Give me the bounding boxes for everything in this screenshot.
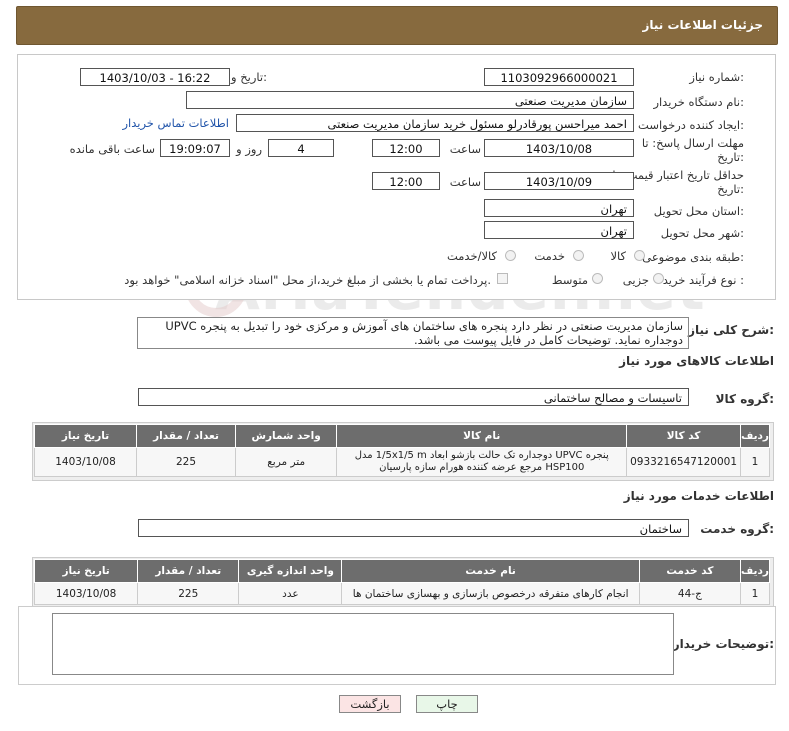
page-title: جزئیات اطلاعات نیاز: [642, 18, 763, 32]
category-radio-goods[interactable]: [634, 250, 645, 261]
validity-time-field: 12:00: [372, 172, 440, 190]
validity-label-date: تاریخ:: [717, 182, 744, 196]
services-cell-name: انجام کارهای متفرقه درخصوص بازسازی و بهس…: [341, 582, 640, 605]
purchase-radio-medium[interactable]: [592, 273, 603, 284]
province-field: تهران: [484, 199, 634, 217]
category-radio-service[interactable]: [573, 250, 584, 261]
goods-cell-row: 1: [740, 447, 770, 477]
services-col-name: نام خدمت: [341, 559, 640, 583]
treasury-checkbox[interactable]: [497, 273, 508, 284]
services-cell-date: 1403/10/08: [33, 582, 139, 605]
services-cell-row: 1: [739, 582, 771, 605]
payment-note: پرداخت تمام یا بخشی از مبلغ خرید،از محل …: [124, 273, 491, 287]
city-field: تهران: [484, 221, 634, 239]
category-option-goods-service: کالا/خدمت: [446, 249, 497, 263]
validity-date-field: 1403/10/09: [484, 172, 634, 190]
services-col-unit: واحد اندازه گیری: [238, 559, 343, 583]
creator-label: ایجاد کننده درخواست:: [638, 118, 744, 132]
city-label: شهر محل تحویل:: [660, 226, 744, 240]
goods-col-unit: واحد شمارش: [235, 424, 338, 448]
goods-group-field: تاسیسات و مصالح ساختمانی: [138, 388, 689, 406]
goods-col-code: کد کالا: [626, 424, 742, 448]
goods-cell-unit: متر مربع: [235, 447, 338, 477]
buyer-org-label: نام دستگاه خریدار:: [653, 95, 744, 109]
goods-col-date: تاریخ نیاز: [33, 424, 138, 448]
table-row: 1 ج-44 انجام کارهای متفرقه درخصوص بازساز…: [33, 582, 771, 605]
goods-cell-code: 0933216547120001: [626, 447, 742, 477]
table-row: 1 0933216547120001 پنجره UPVC دوجداره تک…: [33, 447, 770, 477]
purchase-option-medium: متوسط: [551, 273, 588, 287]
need-number-field: 1103092966000021: [484, 68, 634, 86]
purchase-type-label: نوع فرآیند خرید :: [662, 273, 744, 287]
services-col-qty: تعداد / مقدار: [137, 559, 240, 583]
category-label: طبقه بندی موضوعی:: [642, 250, 744, 264]
purchase-option-minor: جزیی: [622, 273, 649, 287]
goods-cell-qty: 225: [136, 447, 237, 477]
buyer-notes-textarea[interactable]: [52, 613, 674, 675]
goods-col-row: ردیف: [740, 424, 770, 448]
services-col-code: کد خدمت: [638, 559, 741, 583]
goods-col-name: نام کالا: [336, 424, 628, 448]
services-col-date: تاریخ نیاز: [33, 559, 139, 583]
category-option-service: خدمت: [534, 249, 565, 263]
page-header: جزئیات اطلاعات نیاز: [16, 6, 778, 45]
category-option-goods: کالا: [610, 249, 626, 263]
goods-table: ردیف کد کالا نام کالا واحد شمارش تعداد /…: [33, 424, 770, 477]
goods-cell-name: پنجره UPVC دوجداره تک حالت بازشو ابعاد 1…: [336, 447, 628, 477]
services-cell-code: ج-44: [638, 582, 741, 605]
goods-cell-date: 1403/10/08: [33, 447, 138, 477]
contact-link[interactable]: اطلاعات تماس خریدار: [122, 116, 229, 130]
announce-field: 1403/10/03 - 16:22: [80, 68, 230, 86]
province-label: استان محل تحویل:: [653, 204, 744, 218]
goods-section-title: اطلاعات کالاهای مورد نیاز: [619, 354, 774, 368]
print-button[interactable]: چاپ: [416, 695, 478, 713]
description-label: شرح کلی نیاز:: [688, 323, 774, 337]
back-button[interactable]: بازگشت: [339, 695, 401, 713]
services-group-field: ساختمان: [138, 519, 689, 537]
category-radio-goods-service[interactable]: [505, 250, 516, 261]
services-section-title: اطلاعات خدمات مورد نیاز: [623, 489, 774, 503]
remaining-time-field: 19:09:07: [160, 139, 230, 157]
deadline-label-date: تاریخ:: [717, 150, 744, 164]
services-group-label: گروه خدمت:: [700, 522, 774, 536]
purchase-radio-minor[interactable]: [653, 273, 664, 284]
deadline-date-field: 1403/10/08: [484, 139, 634, 157]
goods-col-qty: تعداد / مقدار: [136, 424, 237, 448]
days-label: روز و: [236, 142, 262, 156]
days-remaining-field: 4: [268, 139, 334, 157]
validity-time-label: ساعت: [449, 175, 481, 189]
goods-group-label: گروه کالا:: [715, 392, 774, 406]
deadline-time-field: 12:00: [372, 139, 440, 157]
remaining-label: ساعت باقی مانده: [69, 142, 155, 156]
deadline-time-label: ساعت: [449, 142, 481, 156]
deadline-label: مهلت ارسال پاسخ: تا: [641, 136, 744, 150]
buyer-org-field: سازمان مدیریت صنعتی: [186, 91, 634, 109]
services-table: ردیف کد خدمت نام خدمت واحد اندازه گیری ت…: [33, 559, 771, 605]
need-number-label: شماره نیاز:: [689, 70, 744, 84]
services-cell-qty: 225: [137, 582, 240, 605]
description-textarea[interactable]: سازمان مدیریت صنعتی در نظر دارد پنجره ها…: [137, 317, 689, 349]
services-cell-unit: عدد: [238, 582, 343, 605]
buyer-notes-label: توضیحات خریدار:: [672, 637, 774, 651]
creator-field: احمد میراحسن پورقادرلو مسئول خرید سازمان…: [236, 114, 634, 132]
services-col-row: ردیف: [739, 559, 771, 583]
